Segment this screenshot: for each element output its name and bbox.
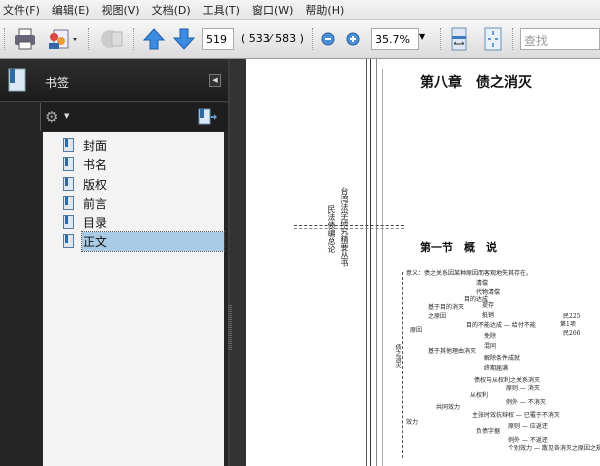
bookmark-icon bbox=[63, 138, 74, 152]
bookmark-icon bbox=[63, 157, 74, 171]
new-bookmark-icon[interactable] bbox=[198, 108, 218, 126]
menu-view[interactable]: 视图(V) bbox=[101, 2, 139, 18]
search-input[interactable]: 查找 bbox=[520, 28, 600, 50]
zoom-out-button[interactable] bbox=[320, 26, 336, 52]
next-page-button[interactable] bbox=[172, 26, 196, 52]
bookmark-item[interactable]: 版权 bbox=[63, 175, 224, 193]
comments-icon[interactable] bbox=[98, 26, 126, 52]
menu-window[interactable]: 窗口(W) bbox=[252, 2, 293, 18]
zoom-level-input[interactable]: 35.7% bbox=[371, 28, 419, 50]
menu-help[interactable]: 帮助(H) bbox=[305, 2, 344, 18]
panel-header: 书签 ◀ bbox=[0, 59, 228, 102]
panel-title: 书签 bbox=[45, 76, 70, 90]
panel-splitter[interactable] bbox=[228, 59, 246, 466]
bookmark-item[interactable]: 封面 bbox=[63, 136, 224, 154]
previous-page-button[interactable] bbox=[142, 26, 166, 52]
toolbar-grip bbox=[4, 28, 5, 50]
chapter-title: 第八章 债之消灭 bbox=[420, 75, 532, 91]
menu-tools[interactable]: 工具(T) bbox=[203, 2, 240, 18]
menu-bar: 文件(F) 编辑(E) 视图(V) 文档(D) 工具(T) 窗口(W) 帮助(H… bbox=[0, 0, 600, 20]
bookmark-icon bbox=[63, 234, 74, 248]
zoom-dropdown-icon[interactable]: ▼ bbox=[419, 32, 425, 41]
section-title: 第一节 概 说 bbox=[420, 241, 497, 254]
page-number-input[interactable]: 519 bbox=[202, 28, 234, 50]
bookmark-item[interactable]: 前言 bbox=[63, 194, 224, 212]
fit-width-icon[interactable] bbox=[448, 26, 470, 52]
fit-page-icon[interactable] bbox=[482, 26, 504, 52]
bookmark-icon bbox=[63, 215, 74, 229]
bookmark-item[interactable]: 目录 bbox=[63, 213, 224, 231]
menu-file[interactable]: 文件(F) bbox=[3, 2, 40, 18]
bookmarks-panel: 书签 ◀ ⚙ ▼ 封面 书名 版权 前言 目录 正文 bbox=[0, 59, 228, 466]
collapse-panel-button[interactable]: ◀ bbox=[209, 74, 221, 87]
bookmark-panel-icon[interactable] bbox=[7, 68, 27, 92]
panel-subtoolbar: ⚙ ▼ bbox=[40, 103, 228, 131]
options-gear-icon[interactable]: ⚙ bbox=[45, 108, 58, 126]
splitter-grip[interactable] bbox=[228, 305, 232, 351]
bookmark-item-selected[interactable]: 正文 bbox=[63, 230, 225, 252]
document-view[interactable]: 第八章 债之消灭 台湾法学研究精要丛书 民法债编总论 第一节 概 说 债之消灭 … bbox=[246, 59, 600, 466]
toolbar: 519 ( 533⁄ 583 ) 35.7% ▼ 查找 bbox=[0, 20, 600, 59]
bookmark-item[interactable]: 书名 bbox=[63, 155, 224, 173]
menu-document[interactable]: 文档(D) bbox=[152, 2, 191, 18]
bookmark-list: 封面 书名 版权 前言 目录 正文 bbox=[43, 132, 225, 466]
page-count: ( 533⁄ 583 ) bbox=[241, 32, 304, 45]
bookmark-icon bbox=[63, 177, 74, 191]
book-title: 民法债编总论 bbox=[327, 205, 336, 253]
bookmark-icon bbox=[63, 196, 74, 210]
zoom-in-button[interactable] bbox=[345, 26, 361, 52]
series-title: 台湾法学研究精要丛书 bbox=[340, 187, 349, 267]
collaborate-icon[interactable] bbox=[46, 26, 80, 52]
chevron-down-icon[interactable]: ▼ bbox=[64, 112, 69, 120]
print-icon[interactable] bbox=[12, 26, 38, 52]
menu-edit[interactable]: 编辑(E) bbox=[52, 2, 90, 18]
